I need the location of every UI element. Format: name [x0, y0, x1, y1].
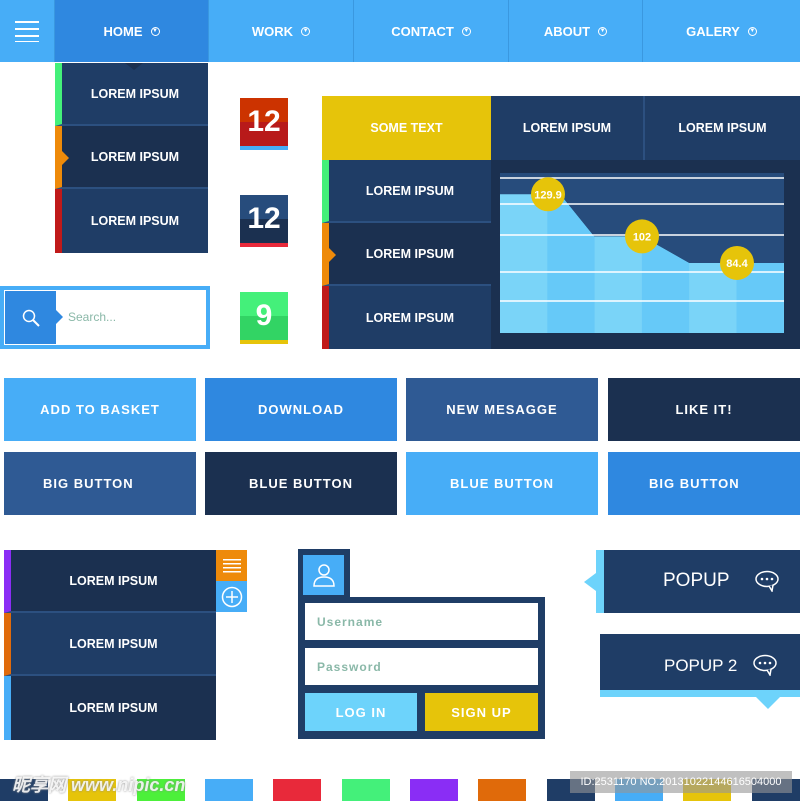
item-label: LOREM IPSUM [365, 310, 455, 325]
dropdown-caret [125, 63, 143, 70]
tile-value: 12 [247, 202, 281, 235]
panel-item-active[interactable]: LOREM IPSUM [322, 223, 491, 286]
download-button[interactable]: DOWNLOAD [205, 378, 397, 441]
data-label: 102 [633, 231, 651, 243]
top-nav: HOME ▼ WORK ▼ CONTACT ▼ ABOUT ▼ GALERY ▼ [0, 0, 800, 62]
user-icon-button[interactable] [478, 779, 526, 801]
list-item[interactable]: LOREM IPSUM [4, 613, 216, 676]
add-to-basket-button[interactable]: ADD TO BASKET [4, 378, 196, 441]
popup-arrow [584, 573, 596, 591]
chevron-down-icon: ▼ [150, 26, 160, 36]
tab-label: LOREM IPSUM [522, 121, 612, 135]
panel-item[interactable]: LOREM IPSUM [322, 160, 491, 223]
nav-about[interactable]: ABOUT ▼ [509, 0, 643, 62]
counter-tile-navy: 12 [240, 195, 288, 247]
password-input[interactable] [305, 648, 538, 685]
popup-label: POPUP 2 [664, 656, 738, 675]
chevron-down-icon: ▼ [461, 26, 471, 36]
add-button[interactable] [216, 581, 247, 612]
login-tab [298, 549, 350, 599]
hamburger-menu-button[interactable] [0, 0, 55, 62]
nav-label: CONTACT [391, 23, 454, 39]
blue-button-light[interactable]: BLUE BUTTON [406, 452, 598, 515]
nav-contact[interactable]: CONTACT ▼ [354, 0, 509, 62]
chat-bubble-icon [755, 570, 779, 592]
add-circle-icon-button[interactable] [273, 779, 321, 801]
circle-icon-button[interactable] [342, 779, 390, 801]
user-icon [312, 564, 335, 587]
nav-home[interactable]: HOME ▼ [55, 0, 209, 62]
data-label: 84.4 [726, 258, 748, 270]
item-label: LOREM IPSUM [90, 149, 180, 164]
item-label: LOREM IPSUM [90, 86, 180, 101]
login-form: LOG IN SIGN UP [298, 597, 545, 739]
nav-label: WORK [251, 23, 294, 39]
tab-label: SOME TEXT [370, 121, 443, 135]
menu-icon [222, 558, 241, 572]
popup-2-arrow [756, 697, 780, 709]
tile-value: 9 [255, 299, 273, 332]
tab-lorem-2[interactable]: LOREM IPSUM [645, 96, 800, 160]
search-icon [22, 309, 40, 327]
nav-work[interactable]: WORK ▼ [209, 0, 354, 62]
nav-label: ABOUT [543, 23, 591, 39]
item-label: LOREM IPSUM [365, 183, 455, 198]
chat-bubble-icon [753, 654, 777, 676]
data-label: 129.9 [534, 189, 562, 201]
side-list: LOREM IPSUM LOREM IPSUM LOREM IPSUM [4, 550, 216, 740]
menu-button[interactable] [216, 550, 247, 581]
item-label: LOREM IPSUM [69, 701, 158, 715]
counter-tile-red: 12 [240, 98, 288, 150]
chevron-down-icon: ▼ [747, 26, 757, 36]
tab-lorem-1[interactable]: LOREM IPSUM [491, 96, 645, 160]
search-input[interactable] [68, 304, 198, 330]
popup[interactable]: POPUP [596, 550, 800, 613]
list-item[interactable]: LOREM IPSUM [4, 676, 216, 740]
dropdown-item[interactable]: LOREM IPSUM [55, 189, 208, 253]
blue-button[interactable]: BLUE BUTTON [205, 452, 397, 515]
popup-2[interactable]: POPUP 2 [600, 634, 800, 697]
search-box [0, 286, 210, 349]
popup-label: POPUP [663, 570, 730, 591]
list-item[interactable]: LOREM IPSUM [4, 550, 216, 613]
chevron-down-icon: ▼ [301, 26, 311, 36]
username-input[interactable] [305, 603, 538, 640]
sign-up-button[interactable]: SIGN UP [425, 693, 538, 731]
search-arrow [56, 310, 63, 324]
user-avatar [303, 555, 344, 595]
counter-tile-green: 9 [240, 292, 288, 344]
minus-icon-button[interactable] [410, 779, 458, 801]
tab-some-text[interactable]: SOME TEXT [322, 96, 491, 160]
big-button[interactable]: BIG BUTTON [4, 452, 196, 515]
chevron-down-icon: ▼ [598, 26, 608, 36]
big-button-blue[interactable]: BIG BUTTON [608, 452, 800, 515]
item-label: LOREM IPSUM [365, 246, 455, 261]
watermark-logo: 昵享网 www.nipic.cn [12, 775, 186, 795]
active-marker [329, 248, 336, 262]
panel-item[interactable]: LOREM IPSUM [322, 286, 491, 349]
search-button[interactable] [5, 291, 56, 344]
item-label: LOREM IPSUM [69, 573, 158, 588]
area-chart: 129.9 102 84.4 [500, 173, 784, 333]
nav-label: HOME [103, 23, 143, 39]
home-dropdown: LOREM IPSUM LOREM IPSUM LOREM IPSUM [55, 63, 208, 253]
nav-galery[interactable]: GALERY ▼ [643, 0, 800, 62]
dropdown-item[interactable]: LOREM IPSUM [55, 63, 208, 126]
mail-icon-button[interactable] [205, 779, 253, 801]
menu-icon [15, 21, 39, 42]
tile-value: 12 [247, 105, 281, 138]
item-label: LOREM IPSUM [69, 636, 158, 651]
watermark-id: ID:2531170 NO.20131022144616504000 [570, 771, 792, 793]
tab-label: LOREM IPSUM [678, 121, 767, 135]
nav-label: GALERY [686, 23, 740, 39]
log-in-button[interactable]: LOG IN [305, 693, 417, 731]
dropdown-item-active[interactable]: LOREM IPSUM [55, 126, 208, 189]
plus-circle-icon [221, 586, 242, 607]
dashboard-panel: SOME TEXT LOREM IPSUM LOREM IPSUM LOREM … [322, 96, 800, 349]
new-message-button[interactable]: NEW MESAGGE [406, 378, 598, 441]
active-marker [62, 151, 69, 165]
item-label: LOREM IPSUM [90, 214, 180, 228]
like-it-button[interactable]: LIKE IT! [608, 378, 800, 441]
